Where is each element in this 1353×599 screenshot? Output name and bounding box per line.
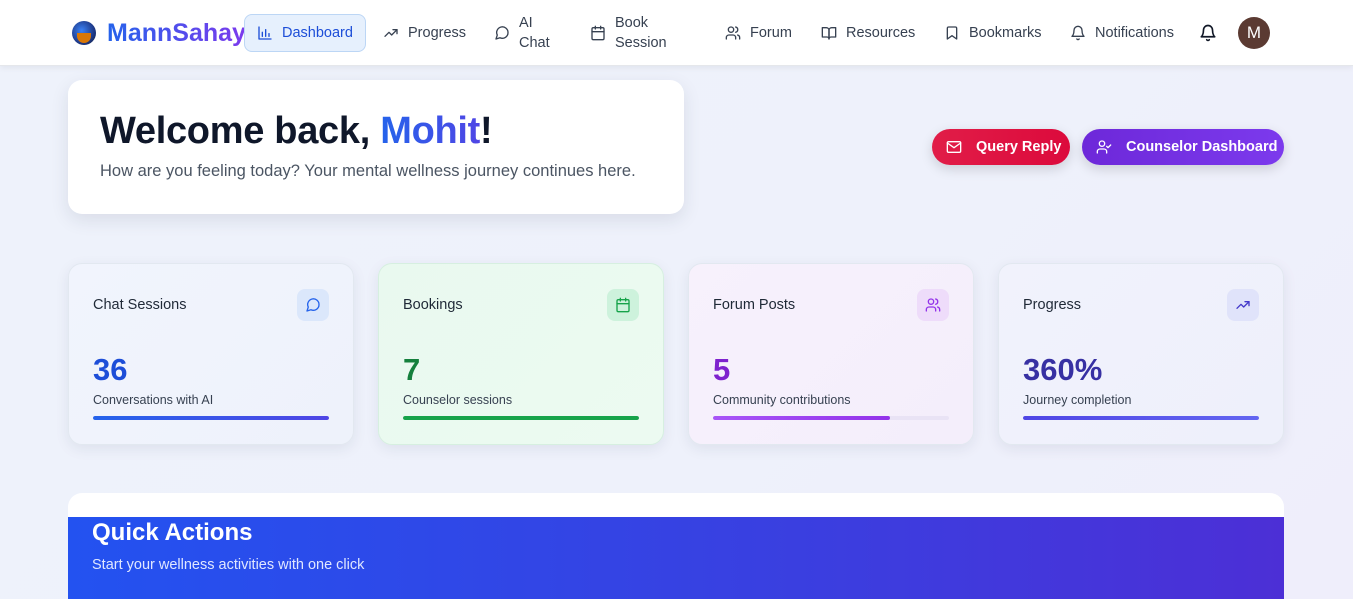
stat-card-forum-posts[interactable]: Forum Posts 5 Community contributions [688, 263, 974, 445]
mail-icon [946, 141, 962, 153]
quick-actions-banner: Quick Actions Start your wellness activi… [68, 517, 1284, 599]
stat-title: Progress [1023, 297, 1082, 313]
welcome-subtitle: How are you feeling today? Your mental w… [100, 162, 636, 180]
user-avatar[interactable]: M [1238, 17, 1270, 49]
stat-card-bookings[interactable]: Bookings 7 Counselor sessions [378, 263, 664, 445]
chat-bubble-icon [495, 26, 509, 40]
stat-subtitle: Journey completion [1023, 393, 1132, 407]
stat-subtitle: Conversations with AI [93, 393, 214, 407]
stat-progress-fill [713, 416, 890, 420]
stat-value: 5 [713, 352, 731, 387]
bookmark-icon [946, 26, 958, 40]
nav-bookmarks[interactable]: Bookmarks [944, 14, 1042, 52]
welcome-user-name: Mohit [380, 110, 481, 152]
stat-value: 36 [93, 352, 128, 387]
nav-dashboard-label: Dashboard [282, 25, 353, 41]
stat-card-progress[interactable]: Progress 360% Journey completion [998, 263, 1284, 445]
users-icon [725, 26, 741, 40]
stat-progress-track [93, 416, 329, 420]
stat-title: Chat Sessions [93, 297, 187, 313]
stat-progress-fill [93, 416, 329, 420]
nav-notifications-label: Notifications [1095, 25, 1174, 41]
welcome-punct: ! [480, 110, 493, 152]
welcome-greeting: Welcome back, [100, 110, 381, 152]
welcome-card: Welcome back, Mohit! How are you feeling… [68, 80, 684, 214]
brand-logo-icon [72, 21, 96, 45]
book-open-icon [821, 27, 837, 40]
quick-actions-title: Quick Actions [92, 519, 253, 546]
stat-progress-track [403, 416, 639, 420]
bar-chart-icon [258, 26, 272, 40]
stat-subtitle: Counselor sessions [403, 393, 513, 407]
stat-subtitle: Community contributions [713, 393, 851, 407]
counselor-dashboard-button[interactable]: Counselor Dashboard [1082, 129, 1284, 165]
nav-ai-chat-label: AI Chat [519, 15, 550, 51]
stat-progress-track [1023, 416, 1259, 420]
trending-up-icon [1227, 289, 1259, 321]
stat-title: Forum Posts [713, 297, 796, 313]
top-navbar: MannSahay Dashboard Progress AI Chat Boo… [0, 0, 1353, 66]
bell-icon [1200, 24, 1216, 42]
nav-resources[interactable]: Resources [821, 14, 915, 52]
user-check-icon [1096, 140, 1112, 154]
brand[interactable]: MannSahay [72, 16, 246, 50]
query-reply-label: Query Reply [976, 139, 1062, 155]
users-icon [917, 289, 949, 321]
welcome-heading: Welcome back, Mohit! [100, 110, 493, 153]
nav-forum-label: Forum [750, 25, 792, 41]
nav-resources-label: Resources [846, 25, 916, 41]
nav-progress[interactable]: Progress [383, 14, 466, 52]
nav-progress-label: Progress [408, 25, 467, 41]
counselor-dashboard-label: Counselor Dashboard [1126, 139, 1278, 155]
stat-progress-track [713, 416, 949, 420]
stat-title: Bookings [403, 297, 463, 313]
stat-value: 7 [403, 352, 421, 387]
brand-name: MannSahay [107, 18, 246, 47]
calendar-icon [607, 289, 639, 321]
bell-icon [1071, 25, 1085, 41]
nav-book-session-label: Book Session [615, 15, 667, 51]
nav-ai-chat[interactable]: AI Chat [494, 14, 559, 52]
nav-book-session[interactable]: Book Session [590, 14, 675, 52]
quick-actions-subtitle: Start your wellness activities with one … [92, 557, 365, 573]
calendar-icon [591, 25, 605, 41]
stat-card-chat-sessions[interactable]: Chat Sessions 36 Conversations with AI [68, 263, 354, 445]
nav-bookmarks-label: Bookmarks [969, 25, 1042, 41]
stat-progress-fill [403, 416, 639, 420]
nav-forum[interactable]: Forum [725, 14, 792, 52]
nav-dashboard[interactable]: Dashboard [244, 14, 366, 52]
stat-progress-fill [1023, 416, 1259, 420]
stat-value: 360% [1023, 352, 1103, 387]
notification-bell-button[interactable] [1199, 24, 1217, 42]
query-reply-button[interactable]: Query Reply [932, 129, 1070, 165]
trending-up-icon [384, 28, 398, 37]
chat-bubble-icon [297, 289, 329, 321]
nav-notifications[interactable]: Notifications [1070, 14, 1174, 52]
